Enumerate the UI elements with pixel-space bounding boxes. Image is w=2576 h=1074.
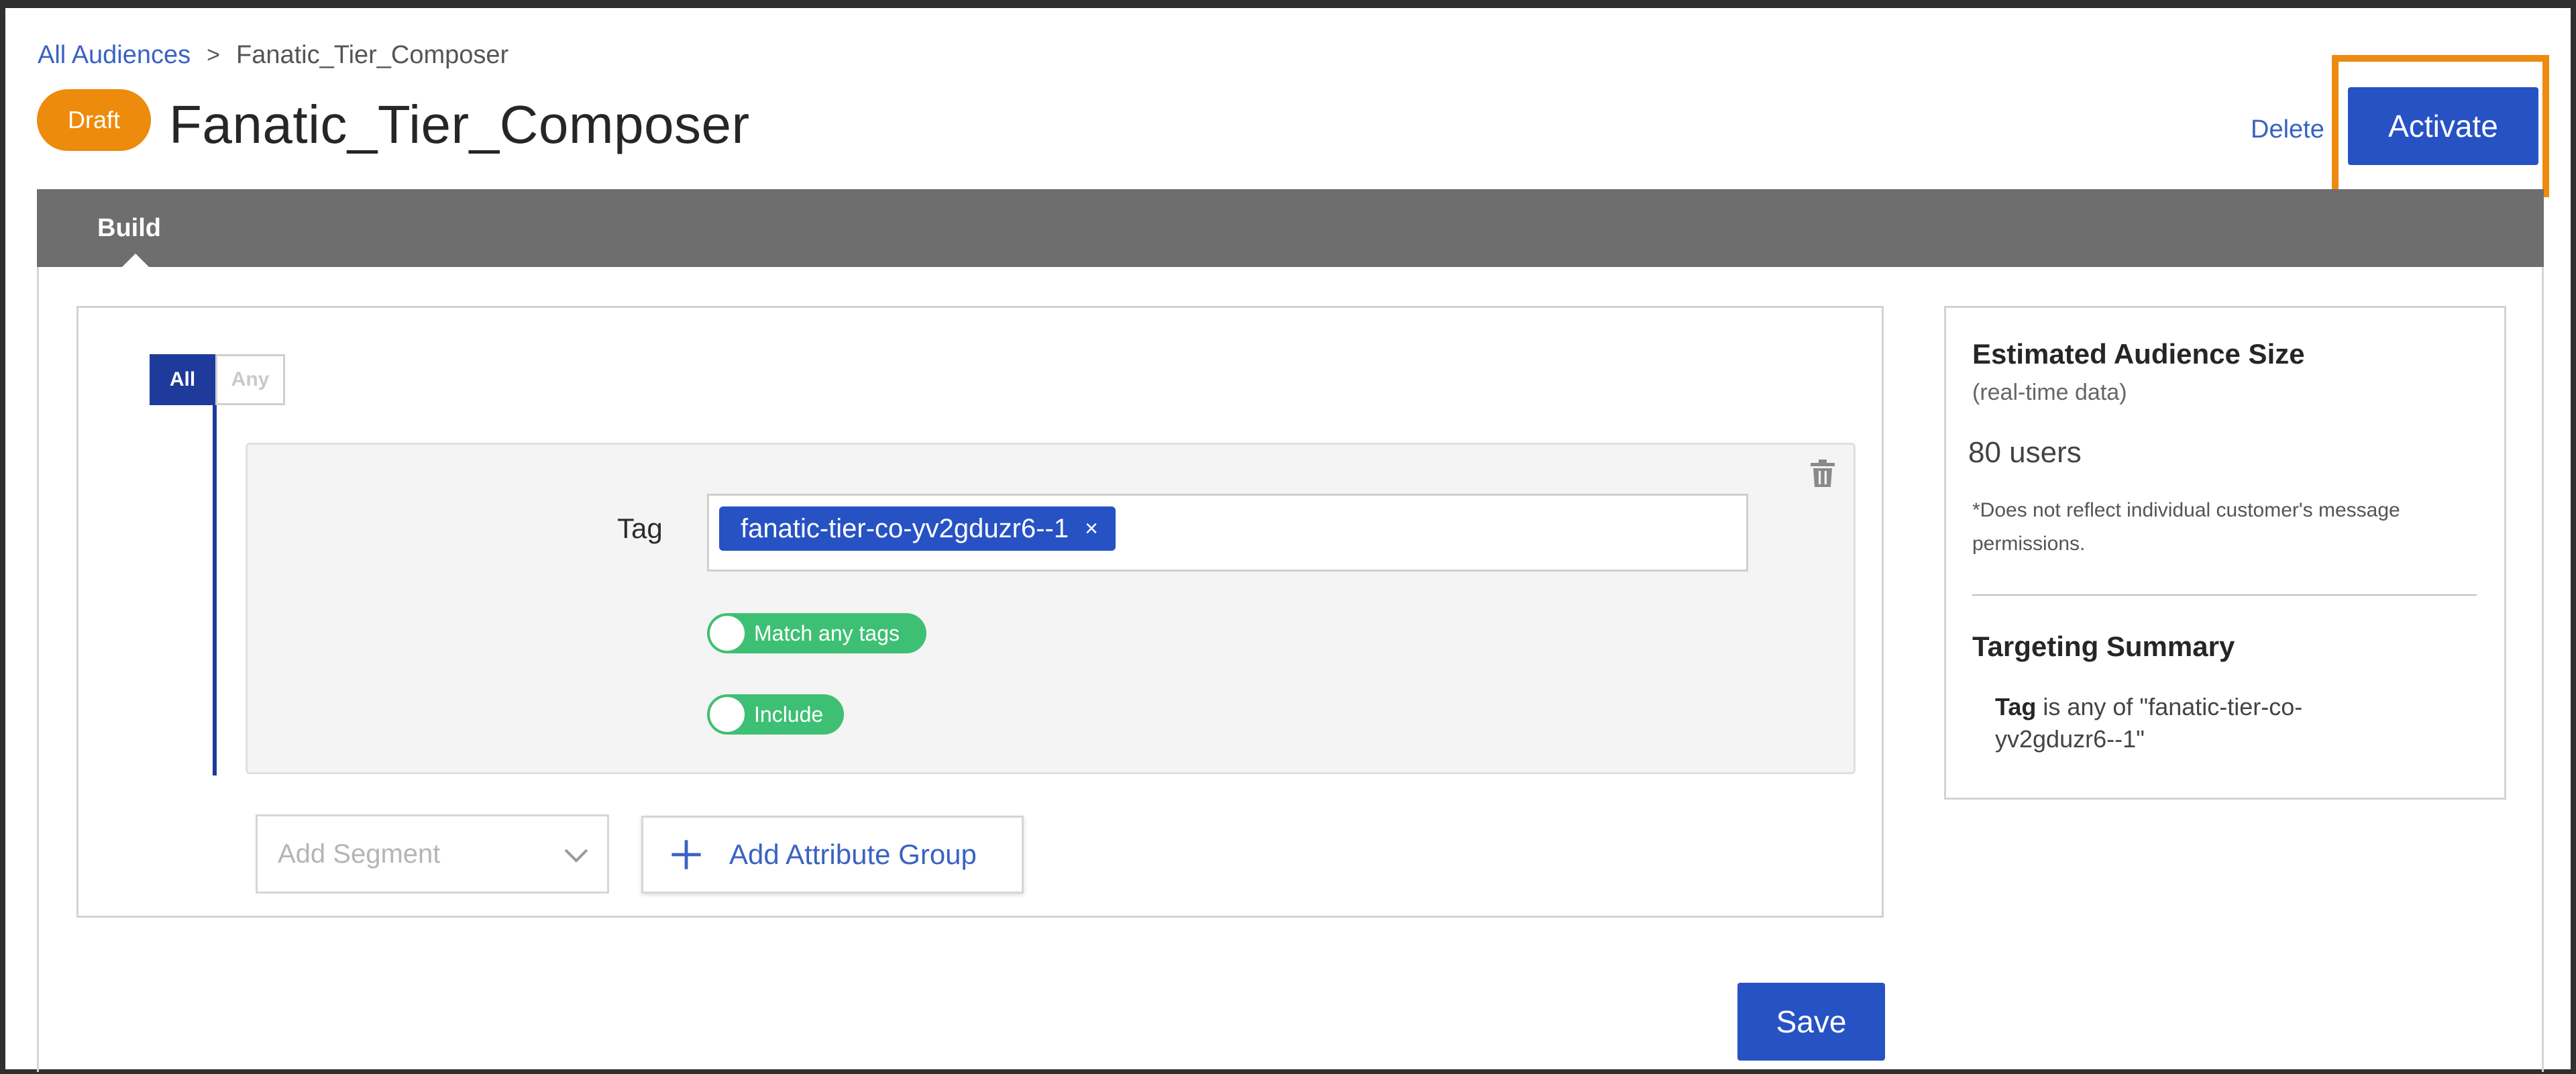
condition-card: [246, 443, 1856, 774]
logic-toggle: All Any: [150, 354, 285, 405]
add-segment-placeholder: Add Segment: [278, 839, 441, 869]
close-icon[interactable]: ×: [1085, 516, 1098, 542]
add-attribute-group-label: Add Attribute Group: [729, 839, 977, 870]
targeting-condition: is any of "fanatic-tier-co-yv2gduzr6--1": [1995, 693, 2303, 753]
logic-connector-line: [213, 405, 217, 775]
breadcrumb: All Audiences > Fanatic_Tier_Composer: [38, 35, 508, 75]
chevron-right-icon: >: [207, 42, 221, 68]
toggle-knob: [710, 616, 745, 651]
permissions-disclaimer: *Does not reflect individual customer's …: [1972, 499, 2400, 555]
content-border: [37, 267, 39, 1072]
status-badge: Draft: [37, 89, 151, 151]
tag-chip: fanatic-tier-co-yv2gduzr6--1 ×: [719, 506, 1116, 551]
divider: [1972, 594, 2477, 596]
logic-any-button[interactable]: Any: [215, 354, 285, 405]
add-segment-dropdown[interactable]: Add Segment: [256, 814, 609, 894]
chevron-down-icon: [564, 849, 588, 863]
breadcrumb-current: Fanatic_Tier_Composer: [236, 40, 509, 69]
content-border: [2542, 267, 2544, 1072]
tag-field-label: Tag: [617, 513, 663, 544]
plus-icon: [672, 840, 701, 869]
trash-icon[interactable]: [1809, 459, 1836, 488]
delete-link[interactable]: Delete: [2251, 115, 2324, 144]
logic-all-button[interactable]: All: [150, 354, 215, 405]
activate-button[interactable]: Activate: [2348, 87, 2538, 165]
breadcrumb-all-audiences-link[interactable]: All Audiences: [38, 41, 191, 70]
tab-bar: Build: [37, 189, 2544, 268]
targeting-summary-heading: Targeting Summary: [1972, 631, 2235, 662]
estimated-audience-size-heading: Estimated Audience Size: [1972, 338, 2305, 370]
active-tab-caret: [121, 254, 150, 268]
targeting-field: Tag: [1995, 693, 2037, 720]
audience-count: 80 users: [1968, 436, 2082, 469]
add-attribute-group-button[interactable]: Add Attribute Group: [641, 816, 1024, 894]
page-title: Fanatic_Tier_Composer: [169, 95, 750, 154]
match-any-tags-toggle[interactable]: Match any tags: [707, 613, 926, 653]
tag-chip-label: fanatic-tier-co-yv2gduzr6--1: [741, 513, 1069, 543]
toggle-label: Include: [754, 702, 824, 727]
targeting-summary-text: Tag is any of "fanatic-tier-co-yv2gduzr6…: [1995, 691, 2411, 755]
save-button[interactable]: Save: [1737, 983, 1885, 1061]
realtime-data-note: (real-time data): [1972, 380, 2127, 405]
toggle-knob: [710, 697, 745, 732]
include-toggle[interactable]: Include: [707, 694, 844, 735]
toggle-label: Match any tags: [754, 621, 900, 645]
